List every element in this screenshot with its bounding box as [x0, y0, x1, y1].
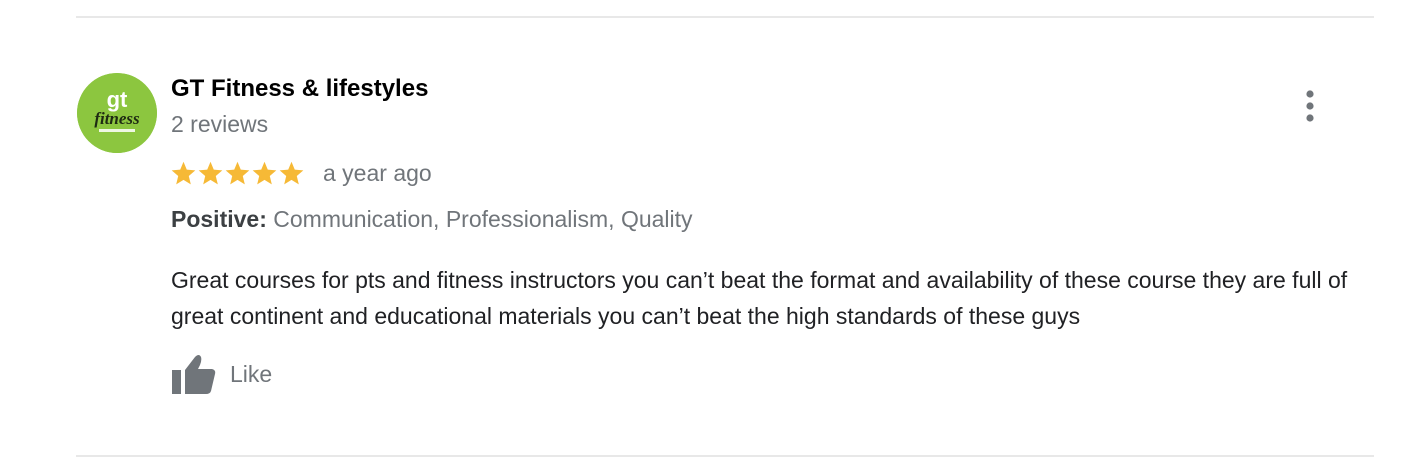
reviewer-avatar[interactable]: gt fitness [77, 73, 157, 153]
review-text: Great courses for pts and fitness instru… [171, 267, 1348, 329]
gt-fitness-logo-icon: gt fitness [77, 73, 157, 153]
star-filled-icon [197, 160, 224, 187]
star-filled-icon [251, 160, 278, 187]
thumbs-up-icon [170, 353, 216, 395]
highlights-label: Positive: [171, 206, 267, 232]
bottom-divider [76, 455, 1374, 457]
more-options-button[interactable] [1296, 88, 1324, 124]
review-count[interactable]: 2 reviews [171, 111, 268, 138]
reviewer-name[interactable]: GT Fitness & lifestyles [171, 75, 428, 103]
star-filled-icon [170, 160, 197, 187]
top-divider [76, 16, 1374, 18]
highlights-values: Communication, Professionalism, Quality [273, 206, 693, 232]
star-rating [170, 160, 305, 187]
review-date: a year ago [323, 159, 432, 186]
rating-row: a year ago [170, 156, 432, 190]
more-vert-icon [1306, 90, 1314, 122]
star-filled-icon [224, 160, 251, 187]
like-button[interactable]: Like [170, 352, 272, 396]
star-filled-icon [278, 160, 305, 187]
logo-subtext: fitness [94, 109, 140, 128]
like-label: Like [230, 360, 273, 387]
review-highlights: Positive: Communication, Professionalism… [171, 206, 693, 233]
